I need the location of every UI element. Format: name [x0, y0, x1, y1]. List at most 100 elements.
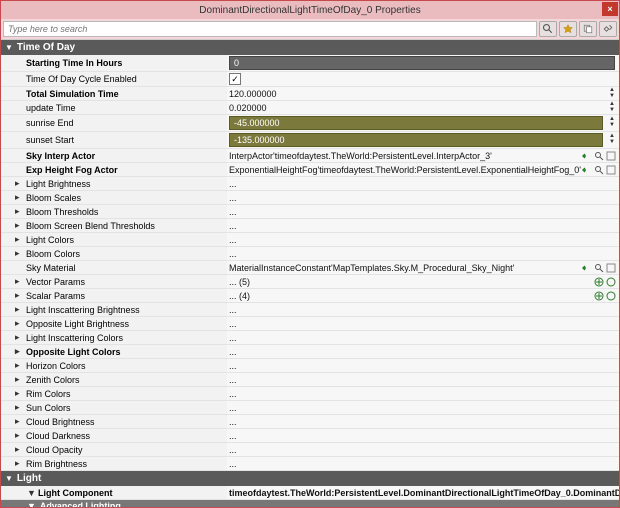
chevron-down-icon: ▼: [5, 43, 13, 52]
expand-icon[interactable]: ▸: [15, 346, 23, 357]
section-title: Time Of Day: [17, 42, 75, 53]
value-box[interactable]: -45.000000: [229, 116, 603, 130]
expand-icon[interactable]: ▸: [15, 318, 23, 329]
expand-icon[interactable]: ▸: [15, 374, 23, 385]
value-box[interactable]: 0: [229, 56, 615, 70]
property-value[interactable]: ...: [227, 205, 617, 218]
property-value[interactable]: ...: [227, 401, 617, 414]
favorite-icon[interactable]: [559, 21, 577, 37]
section-time-of-day[interactable]: ▼ Time Of Day: [1, 40, 619, 55]
property-value[interactable]: ...: [227, 233, 617, 246]
clear-icon[interactable]: [605, 150, 617, 162]
property-value[interactable]: timeofdaytest.TheWorld:PersistentLevel.D…: [227, 486, 619, 499]
expand-icon[interactable]: ▸: [15, 248, 23, 259]
clear-icon[interactable]: [605, 262, 617, 274]
value-controls: [617, 401, 619, 414]
property-value[interactable]: ...: [227, 387, 617, 400]
expand-icon[interactable]: ▸: [15, 304, 23, 315]
property-value[interactable]: 120.000000: [227, 87, 605, 100]
property-value[interactable]: ...: [227, 317, 617, 330]
property-value[interactable]: -45.000000: [227, 115, 605, 131]
spinner[interactable]: ▲▼: [607, 134, 617, 146]
property-value[interactable]: MaterialInstanceConstant'MapTemplates.Sk…: [227, 261, 581, 274]
property-label: ▸Bloom Scales: [1, 191, 227, 204]
checkbox[interactable]: ✓: [229, 73, 241, 85]
find-icon[interactable]: [593, 150, 605, 162]
property-value[interactable]: ...: [227, 247, 617, 260]
property-value[interactable]: ExponentialHeightFog'timeofdaytest.TheWo…: [227, 163, 581, 176]
search-icon[interactable]: [539, 21, 557, 37]
property-value[interactable]: ...: [227, 415, 617, 428]
property-value[interactable]: ...: [227, 191, 617, 204]
find-icon[interactable]: [593, 164, 605, 176]
property-value[interactable]: ...: [227, 457, 617, 470]
expand-icon[interactable]: ▸: [15, 416, 23, 427]
spinner[interactable]: ▲▼: [607, 102, 617, 114]
property-value[interactable]: ...: [227, 177, 617, 190]
value-controls: [617, 303, 619, 316]
expand-icon[interactable]: ▸: [15, 388, 23, 399]
use-selected-icon[interactable]: [581, 262, 593, 274]
section-advanced-lighting[interactable]: ▼ Advanced Lighting: [1, 500, 619, 507]
close-button[interactable]: ×: [602, 2, 618, 16]
expand-icon[interactable]: ▸: [15, 402, 23, 413]
search-row: [1, 19, 619, 39]
value-controls: [593, 289, 619, 302]
property-value[interactable]: ✓: [227, 72, 617, 86]
property-value[interactable]: ...: [227, 429, 617, 442]
property-value[interactable]: ...: [227, 331, 617, 344]
expand-icon[interactable]: ▸: [15, 332, 23, 343]
expand-icon[interactable]: ▸: [15, 290, 23, 301]
chevron-down-icon[interactable]: ▼: [27, 488, 35, 498]
property-value[interactable]: ... (5): [227, 275, 593, 288]
use-selected-icon[interactable]: [581, 150, 593, 162]
property-label: ▸Light Inscattering Colors: [1, 331, 227, 344]
expand-icon[interactable]: ▸: [15, 220, 23, 231]
value-controls: [617, 219, 619, 232]
property-value[interactable]: -135.000000: [227, 132, 605, 148]
property-row: ▸Bloom Scales...: [1, 191, 619, 205]
spinner[interactable]: ▲▼: [607, 88, 617, 100]
property-row: Sky MaterialMaterialInstanceConstant'Map…: [1, 261, 619, 275]
search-input[interactable]: [3, 21, 537, 37]
property-value[interactable]: ...: [227, 373, 617, 386]
expand-icon[interactable]: ▸: [15, 276, 23, 287]
property-row: ▸Scalar Params... (4): [1, 289, 619, 303]
property-value[interactable]: ... (4): [227, 289, 593, 302]
expand-icon[interactable]: ▸: [15, 178, 23, 189]
expand-icon[interactable]: ▸: [15, 360, 23, 371]
value-controls: [617, 415, 619, 428]
value-controls: [617, 443, 619, 456]
tools-icon[interactable]: [599, 21, 617, 37]
expand-icon[interactable]: ▸: [15, 444, 23, 455]
array-add-icon[interactable]: [593, 276, 605, 288]
expand-icon[interactable]: ▸: [15, 234, 23, 245]
clear-icon[interactable]: [605, 164, 617, 176]
property-value[interactable]: ...: [227, 303, 617, 316]
value-controls: [617, 177, 619, 190]
property-value[interactable]: 0: [227, 55, 617, 71]
property-value[interactable]: ...: [227, 443, 617, 456]
property-scroll[interactable]: ▼ Time Of Day Starting Time In Hours0Tim…: [1, 39, 619, 507]
property-value[interactable]: 0.020000: [227, 101, 605, 114]
array-clear-icon[interactable]: [605, 276, 617, 288]
property-row: ▸Cloud Opacity...: [1, 443, 619, 457]
expand-icon[interactable]: ▸: [15, 458, 23, 469]
expand-icon[interactable]: ▸: [15, 192, 23, 203]
property-value[interactable]: InterpActor'timeofdaytest.TheWorld:Persi…: [227, 149, 581, 162]
property-value[interactable]: ...: [227, 359, 617, 372]
titlebar[interactable]: DominantDirectionalLightTimeOfDay_0 Prop…: [1, 1, 619, 19]
copy-icon[interactable]: [579, 21, 597, 37]
array-add-icon[interactable]: [593, 290, 605, 302]
array-clear-icon[interactable]: [605, 290, 617, 302]
property-value[interactable]: ...: [227, 345, 617, 358]
find-icon[interactable]: [593, 262, 605, 274]
expand-icon[interactable]: ▸: [15, 206, 23, 217]
expand-icon[interactable]: ▸: [15, 430, 23, 441]
section-light[interactable]: ▼ Light: [1, 471, 619, 486]
property-value[interactable]: ...: [227, 219, 617, 232]
property-row: ▸Light Colors...: [1, 233, 619, 247]
use-selected-icon[interactable]: [581, 164, 593, 176]
value-box[interactable]: -135.000000: [229, 133, 603, 147]
spinner[interactable]: ▲▼: [607, 117, 617, 129]
